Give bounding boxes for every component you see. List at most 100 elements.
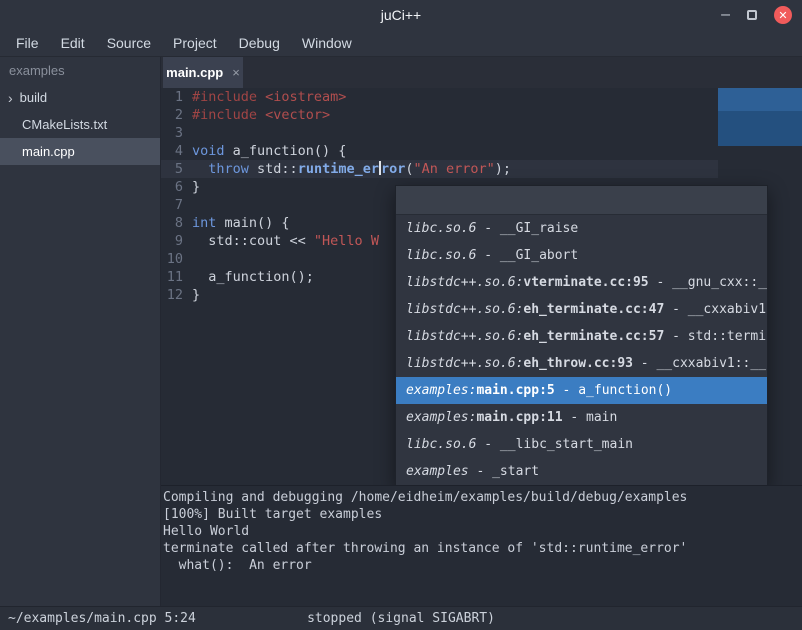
minimize-button[interactable]: –	[721, 10, 730, 20]
code-token: }	[192, 179, 200, 195]
menu-item-edit[interactable]: Edit	[50, 30, 96, 57]
stack-item-7[interactable]: examples:main.cpp:11 - main	[396, 404, 767, 431]
menu-item-source[interactable]: Source	[96, 30, 162, 57]
menu-item-debug[interactable]: Debug	[228, 30, 291, 57]
stack-item-symbol: - __gnu_cxx::__verbos	[649, 275, 767, 290]
editor-overlay-fragment	[718, 88, 802, 146]
code-token: std::	[249, 161, 298, 177]
code-token: std::cout <<	[192, 233, 314, 249]
code-text: std::cout << "Hello W	[185, 232, 379, 250]
terminal-line: what(): An error	[163, 557, 802, 574]
stack-item-symbol: - __GI_abort	[476, 248, 578, 263]
code-token: <vector>	[265, 107, 330, 123]
sidebar-item-label: main.cpp	[22, 144, 75, 159]
stack-item-symbol: - __cxxabiv1::__cxa_thro	[633, 356, 767, 371]
stack-item-0[interactable]: libc.so.6 - __GI_raise	[396, 215, 767, 242]
juci-window: juCi++ – ✕ FileEditSourceProjectDebugWin…	[0, 0, 802, 630]
stack-item-location: eh_terminate.cc:57	[523, 329, 664, 344]
code-line-1[interactable]: 1#include <iostream>	[161, 88, 802, 106]
menubar: FileEditSourceProjectDebugWindow	[0, 30, 802, 57]
stack-item-5[interactable]: libstdc++.so.6:eh_throw.cc:93 - __cxxabi…	[396, 350, 767, 377]
code-token: #include	[192, 107, 265, 123]
line-number: 7	[161, 196, 185, 214]
window-title: juCi++	[0, 0, 802, 30]
stack-item-lib: libstdc++.so.6:	[406, 329, 523, 344]
stack-item-8[interactable]: libc.so.6 - __libc_start_main	[396, 431, 767, 458]
stack-item-symbol: - std::terminate()	[664, 329, 767, 344]
stack-item-6[interactable]: examples:main.cpp:5 - a_function()	[396, 377, 767, 404]
stack-item-3[interactable]: libstdc++.so.6:eh_terminate.cc:47 - __cx…	[396, 296, 767, 323]
tab-main-cpp[interactable]: main.cpp ×	[163, 57, 243, 88]
code-text: throw std::runtime_error("An error");	[185, 160, 511, 178]
menu-item-file[interactable]: File	[5, 30, 50, 57]
code-line-4[interactable]: 4void a_function() {	[161, 142, 802, 160]
overlay-fragment-top	[718, 88, 802, 111]
code-line-2[interactable]: 2 #include <vector>	[161, 106, 802, 124]
line-number: 8	[161, 214, 185, 232]
stack-item-location: main.cpp:11	[476, 410, 562, 425]
line-number: 12	[161, 286, 185, 304]
titlebar: juCi++ – ✕	[0, 0, 802, 30]
stack-item-lib: libc.so.6	[406, 248, 476, 263]
terminal-output[interactable]: Compiling and debugging /home/eidheim/ex…	[161, 485, 802, 606]
tab-close-icon[interactable]: ×	[232, 65, 240, 80]
line-number: 3	[161, 124, 185, 142]
sidebar-item-build[interactable]: ›build	[0, 84, 160, 111]
stack-item-4[interactable]: libstdc++.so.6:eh_terminate.cc:57 - std:…	[396, 323, 767, 350]
code-text	[185, 250, 192, 268]
stack-item-location: vterminate.cc:95	[523, 275, 648, 290]
project-root-label: examples	[0, 57, 160, 84]
code-token: (	[405, 161, 413, 177]
menu-item-window[interactable]: Window	[291, 30, 363, 57]
code-editor[interactable]: 1#include <iostream>2 #include <vector> 34…	[161, 88, 802, 485]
code-text: int main() {	[185, 214, 290, 232]
statusbar: ~/examples/main.cpp 5:24 stopped (signal…	[0, 606, 802, 630]
status-file-position: ~/examples/main.cpp 5:24	[0, 611, 196, 626]
popup-filter-input[interactable]	[396, 186, 767, 215]
terminal-line: Hello World	[163, 523, 802, 540]
stack-item-symbol: - __libc_start_main	[476, 437, 633, 452]
stack-item-lib: examples:	[406, 383, 476, 398]
close-button[interactable]: ✕	[774, 6, 792, 24]
line-number: 9	[161, 232, 185, 250]
sidebar-item-label: CMakeLists.txt	[22, 117, 107, 132]
sidebar-item-label: build	[20, 90, 47, 105]
menu-item-project[interactable]: Project	[162, 30, 228, 57]
editor-column: main.cpp × 1#include <iostream>2#include…	[161, 57, 802, 606]
code-text	[185, 196, 192, 214]
sidebar-item-cmakelists-txt[interactable]: CMakeLists.txt	[0, 111, 160, 138]
code-line-3[interactable]: 3	[161, 124, 802, 142]
overlay-fragment-bottom	[718, 111, 802, 146]
stack-item-1[interactable]: libc.so.6 - __GI_abort	[396, 242, 767, 269]
terminal-line: terminate called after throwing an insta…	[163, 540, 802, 557]
tab-label: main.cpp	[166, 65, 223, 80]
code-token: <iostream>	[265, 89, 346, 105]
sidebar-item-main-cpp[interactable]: main.cpp	[0, 138, 160, 165]
code-text: #include <iostream>	[185, 88, 346, 106]
code-token: int	[192, 215, 216, 231]
stack-item-lib: examples:	[406, 410, 476, 425]
stack-trace-popup: libc.so.6 - __GI_raiselibc.so.6 - __GI_a…	[395, 185, 768, 485]
code-token: throw	[208, 161, 249, 177]
code-line-5[interactable]: 5 throw std::runtime_error("An error");	[161, 160, 718, 178]
stack-item-9[interactable]: examples - _start	[396, 458, 767, 485]
terminal-line: Compiling and debugging /home/eidheim/ex…	[163, 489, 802, 506]
stack-item-2[interactable]: libstdc++.so.6:vterminate.cc:95 - __gnu_…	[396, 269, 767, 296]
code-text: a_function();	[185, 268, 314, 286]
code-token: void	[192, 143, 225, 159]
code-token: "Hello W	[314, 233, 379, 249]
code-text: }	[185, 178, 200, 196]
code-token: }	[192, 287, 200, 303]
code-token: a_function() {	[225, 143, 347, 159]
line-number: 2	[161, 106, 185, 124]
code-token: a_function();	[192, 269, 314, 285]
code-token: main() {	[216, 215, 289, 231]
main-area: examples ›build CMakeLists.txt main.cpp ma…	[0, 57, 802, 606]
code-text: void a_function() {	[185, 142, 346, 160]
maximize-button[interactable]	[747, 10, 757, 20]
stack-item-lib: libstdc++.so.6:	[406, 356, 523, 371]
code-token: "An error"	[414, 161, 495, 177]
stack-item-lib: examples	[406, 464, 469, 479]
stack-item-lib: libstdc++.so.6:	[406, 302, 523, 317]
file-explorer: examples ›build CMakeLists.txt main.cpp	[0, 57, 161, 606]
